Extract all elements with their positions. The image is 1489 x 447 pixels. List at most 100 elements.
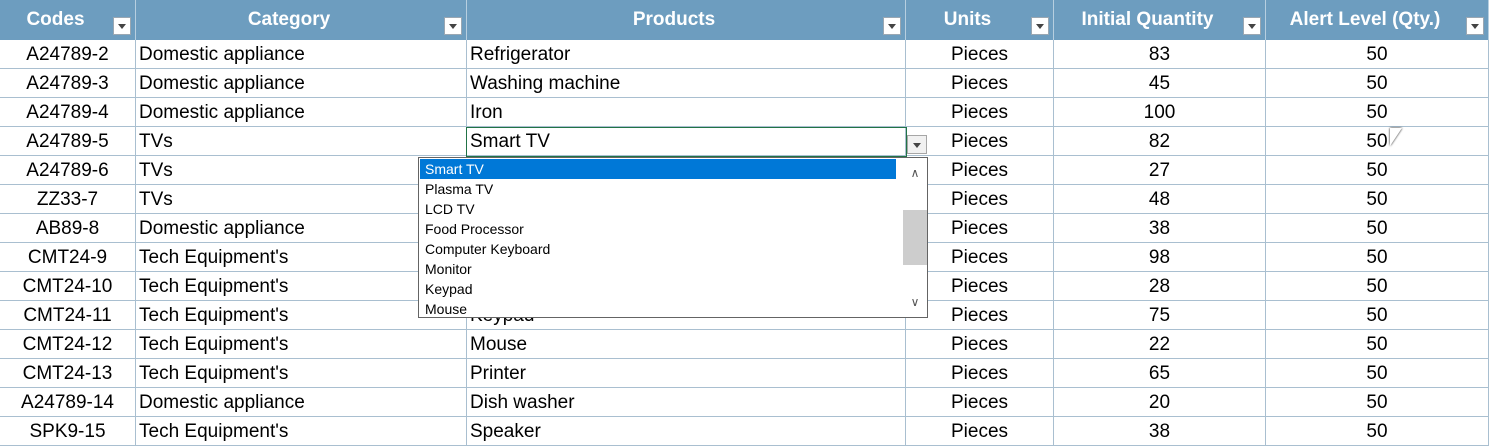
cell-units[interactable]: Pieces bbox=[906, 214, 1054, 243]
filter-dropdown-icon[interactable] bbox=[1466, 17, 1484, 35]
cell-category[interactable]: Domestic appliance bbox=[136, 388, 467, 417]
cell-category[interactable]: Domestic appliance bbox=[136, 98, 467, 127]
header-alert-level: Alert Level (Qty.) bbox=[1266, 0, 1489, 40]
cell-alert-level[interactable]: 50 bbox=[1266, 359, 1489, 388]
cell-alert-level[interactable]: 50 bbox=[1266, 127, 1489, 156]
filter-dropdown-icon[interactable] bbox=[883, 17, 901, 35]
cell-code[interactable]: A24789-14 bbox=[0, 388, 136, 417]
cell-alert-level[interactable]: 50 bbox=[1266, 272, 1489, 301]
chevron-down-icon[interactable] bbox=[907, 135, 927, 154]
dropdown-scrollbar[interactable]: ∧ ∨ bbox=[896, 158, 927, 317]
cell-alert-level[interactable]: 50 bbox=[1266, 388, 1489, 417]
dropdown-option[interactable]: Plasma TV bbox=[420, 179, 897, 199]
cell-units[interactable]: Pieces bbox=[906, 388, 1054, 417]
cell-alert-level[interactable]: 50 bbox=[1266, 185, 1489, 214]
cell-alert-level[interactable]: 50 bbox=[1266, 330, 1489, 359]
cell-units[interactable]: Pieces bbox=[906, 330, 1054, 359]
cell-category[interactable]: Domestic appliance bbox=[136, 40, 467, 69]
filter-dropdown-icon[interactable] bbox=[444, 17, 462, 35]
cell-units[interactable]: Pieces bbox=[906, 98, 1054, 127]
cell-alert-level[interactable]: 50 bbox=[1266, 243, 1489, 272]
cell-initial-quantity[interactable]: 98 bbox=[1054, 243, 1266, 272]
chevron-down-icon[interactable]: ∨ bbox=[903, 291, 927, 313]
cell-units[interactable]: Pieces bbox=[906, 359, 1054, 388]
header-codes: Codes bbox=[0, 0, 136, 40]
scrollbar-thumb[interactable] bbox=[903, 210, 927, 265]
header-initial-quantity: Initial Quantity bbox=[1054, 0, 1266, 40]
header-products: Products bbox=[467, 0, 906, 40]
cell-alert-level[interactable]: 50 bbox=[1266, 40, 1489, 69]
cell-initial-quantity[interactable]: 75 bbox=[1054, 301, 1266, 330]
cell-product[interactable]: Mouse bbox=[467, 330, 906, 359]
cell-code[interactable]: A24789-4 bbox=[0, 98, 136, 127]
cell-code[interactable]: A24789-5 bbox=[0, 127, 136, 156]
cell-code[interactable]: CMT24-10 bbox=[0, 272, 136, 301]
cell-code[interactable]: ZZ33-7 bbox=[0, 185, 136, 214]
cell-code[interactable]: SPK9-15 bbox=[0, 417, 136, 446]
dropdown-option[interactable]: LCD TV bbox=[420, 199, 897, 219]
cell-code[interactable]: A24789-3 bbox=[0, 69, 136, 98]
cell-alert-level[interactable]: 50 bbox=[1266, 156, 1489, 185]
cell-units[interactable]: Pieces bbox=[906, 243, 1054, 272]
cell-units[interactable]: Pieces bbox=[906, 69, 1054, 98]
cell-initial-quantity[interactable]: 45 bbox=[1054, 69, 1266, 98]
cell-units[interactable]: Pieces bbox=[906, 417, 1054, 446]
header-label: Category bbox=[247, 9, 331, 30]
filter-dropdown-icon[interactable] bbox=[1243, 17, 1261, 35]
products-dropdown-list[interactable]: Smart TV Plasma TV LCD TV Food Processor Com… bbox=[418, 157, 928, 318]
cell-units[interactable]: Pieces bbox=[906, 185, 1054, 214]
cell-product[interactable]: Speaker bbox=[467, 417, 906, 446]
cell-code[interactable]: CMT24-13 bbox=[0, 359, 136, 388]
cell-alert-level[interactable]: 50 bbox=[1266, 69, 1489, 98]
cell-alert-level[interactable]: 50 bbox=[1266, 417, 1489, 446]
cell-alert-level[interactable]: 50 bbox=[1266, 98, 1489, 127]
cell-category[interactable]: Tech Equipment's bbox=[136, 330, 467, 359]
cell-initial-quantity[interactable]: 48 bbox=[1054, 185, 1266, 214]
cell-initial-quantity[interactable]: 65 bbox=[1054, 359, 1266, 388]
chevron-up-icon[interactable]: ∧ bbox=[903, 162, 927, 184]
cell-initial-quantity[interactable]: 28 bbox=[1054, 272, 1266, 301]
cell-initial-quantity[interactable]: 82 bbox=[1054, 127, 1266, 156]
cell-product[interactable]: Washing machine bbox=[467, 69, 906, 98]
header-units: Units bbox=[906, 0, 1054, 40]
filter-dropdown-icon[interactable] bbox=[1031, 17, 1049, 35]
cell-units[interactable]: Pieces bbox=[906, 156, 1054, 185]
cell-units[interactable]: Pieces bbox=[906, 301, 1054, 330]
dropdown-option[interactable]: Computer Keyboard bbox=[420, 239, 897, 259]
cell-code[interactable]: AB89-8 bbox=[0, 214, 136, 243]
dropdown-option[interactable]: Food Processor bbox=[420, 219, 897, 239]
cell-category[interactable]: TVs bbox=[136, 127, 467, 156]
cell-product[interactable]: Dish washer bbox=[467, 388, 906, 417]
cell-units[interactable]: Pieces bbox=[906, 127, 1054, 156]
cell-product[interactable]: Printer bbox=[467, 359, 906, 388]
dropdown-option[interactable]: Smart TV bbox=[420, 159, 897, 179]
cell-initial-quantity[interactable]: 100 bbox=[1054, 98, 1266, 127]
cell-product[interactable]: Iron bbox=[467, 98, 906, 127]
cell-initial-quantity[interactable]: 20 bbox=[1054, 388, 1266, 417]
cell-initial-quantity[interactable]: 38 bbox=[1054, 214, 1266, 243]
cell-code[interactable]: CMT24-12 bbox=[0, 330, 136, 359]
dropdown-option[interactable]: Keypad bbox=[420, 279, 897, 299]
cell-product[interactable]: Refrigerator bbox=[467, 40, 906, 69]
cell-code[interactable]: A24789-6 bbox=[0, 156, 136, 185]
cell-category[interactable]: Tech Equipment's bbox=[136, 417, 467, 446]
table-row: A24789-2 Domestic appliance Refrigerator Pi… bbox=[0, 40, 1489, 69]
table-row: A24789-4 Domestic appliance Iron Pieces 100 5… bbox=[0, 98, 1489, 127]
dropdown-option[interactable]: Mouse bbox=[420, 299, 897, 317]
cell-code[interactable]: CMT24-11 bbox=[0, 301, 136, 330]
dropdown-option[interactable]: Monitor bbox=[420, 259, 897, 279]
cell-initial-quantity[interactable]: 38 bbox=[1054, 417, 1266, 446]
cell-product[interactable]: Smart TV bbox=[467, 127, 906, 156]
cell-category[interactable]: Domestic appliance bbox=[136, 69, 467, 98]
cell-units[interactable]: Pieces bbox=[906, 40, 1054, 69]
cell-initial-quantity[interactable]: 22 bbox=[1054, 330, 1266, 359]
cell-initial-quantity[interactable]: 27 bbox=[1054, 156, 1266, 185]
filter-dropdown-icon[interactable] bbox=[113, 17, 131, 35]
cell-code[interactable]: CMT24-9 bbox=[0, 243, 136, 272]
cell-initial-quantity[interactable]: 83 bbox=[1054, 40, 1266, 69]
cell-units[interactable]: Pieces bbox=[906, 272, 1054, 301]
cell-code[interactable]: A24789-2 bbox=[0, 40, 136, 69]
cell-category[interactable]: Tech Equipment's bbox=[136, 359, 467, 388]
cell-alert-level[interactable]: 50 bbox=[1266, 301, 1489, 330]
cell-alert-level[interactable]: 50 bbox=[1266, 214, 1489, 243]
